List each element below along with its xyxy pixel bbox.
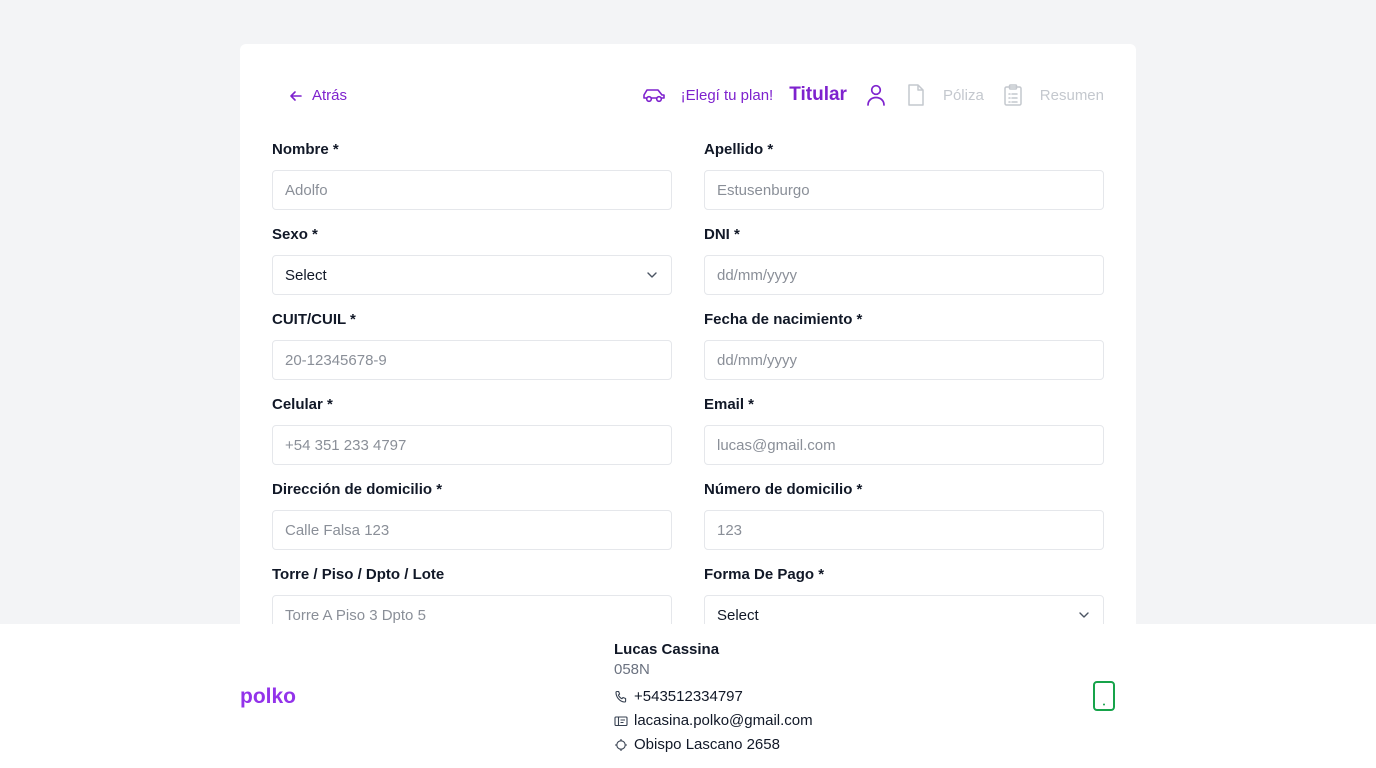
cuit-field: CUIT/CUIL *: [272, 311, 672, 380]
arrow-left-icon: [290, 90, 302, 101]
nombre-label: Nombre *: [272, 141, 339, 158]
nombre-field: Nombre *: [272, 141, 672, 210]
numero-input[interactable]: [717, 521, 1091, 539]
celular-label: Celular *: [272, 396, 333, 413]
torre-input[interactable]: [285, 606, 659, 624]
step-titular-label: Titular: [789, 84, 847, 105]
fecha-input[interactable]: [717, 351, 1091, 369]
apellido-field: Apellido *: [704, 141, 1104, 210]
sexo-select-value: Select: [285, 266, 327, 284]
agent-address: Obispo Lascano 2658: [634, 736, 780, 753]
sexo-field: Sexo * Select: [272, 226, 672, 295]
clipboard-icon: [1002, 83, 1024, 107]
nombre-input[interactable]: [285, 181, 659, 199]
pago-label: Forma De Pago *: [704, 566, 825, 583]
dni-label: DNI *: [704, 226, 740, 243]
phone-icon: [615, 690, 627, 703]
direccion-field: Dirección de domicilio *: [272, 481, 672, 550]
cuit-label: CUIT/CUIL *: [272, 311, 356, 328]
email-input[interactable]: [717, 436, 1091, 454]
fecha-field: Fecha de nacimiento *: [704, 311, 1104, 380]
progress-steps: ¡Elegí tu plan! Titular Póliza Resumen: [641, 83, 1104, 107]
car-icon: [641, 84, 667, 106]
apellido-input[interactable]: [717, 181, 1091, 199]
back-label: Atrás: [312, 87, 348, 104]
crosshair-icon: [615, 739, 627, 751]
agent-email-row: lacasina.polko@gmail.com: [614, 709, 813, 733]
numero-label: Número de domicilio *: [704, 481, 863, 498]
agent-code: 058N: [614, 661, 650, 678]
form-card: Atrás ¡Elegí tu plan! Titular Póliza Res…: [240, 44, 1136, 644]
polko-logo: polko: [240, 685, 296, 708]
document-icon: [905, 83, 927, 107]
torre-label: Torre / Piso / Dpto / Lote: [272, 566, 445, 583]
numero-field: Número de domicilio *: [704, 481, 1104, 550]
sexo-select[interactable]: Select: [272, 255, 672, 295]
agent-name: Lucas Cassina: [614, 641, 720, 658]
agent-contact: Lucas Cassina 058N +543512334797 lacasin…: [614, 641, 813, 757]
agent-phone-row: +543512334797: [614, 685, 813, 709]
apellido-label: Apellido *: [704, 141, 774, 158]
agent-email: lacasina.polko@gmail.com: [634, 712, 813, 729]
fecha-label: Fecha de nacimiento *: [704, 311, 863, 328]
dni-field: DNI *: [704, 226, 1104, 295]
agent-footer: polko Lucas Cassina 058N +543512334797 l…: [0, 624, 1376, 768]
email-field: Email *: [704, 396, 1104, 465]
mobile-phone-icon[interactable]: [1092, 680, 1116, 712]
dni-input[interactable]: [717, 266, 1091, 284]
user-icon: [865, 83, 887, 107]
sexo-label: Sexo *: [272, 226, 318, 243]
pago-select-value: Select: [717, 606, 759, 624]
chevron-down-icon: [647, 272, 657, 278]
titular-form: Nombre * Apellido * Sexo * Select DNI * …: [272, 141, 1104, 635]
chevron-down-icon: [1079, 612, 1089, 618]
direccion-input[interactable]: [285, 521, 659, 539]
agent-address-row: Obispo Lascano 2658: [614, 733, 813, 757]
celular-input[interactable]: [285, 436, 659, 454]
id-card-icon: [614, 716, 628, 727]
agent-phone: +543512334797: [634, 688, 743, 705]
direccion-label: Dirección de domicilio *: [272, 481, 443, 498]
step-poliza-label: Póliza: [942, 86, 984, 104]
cuit-input[interactable]: [285, 351, 659, 369]
celular-field: Celular *: [272, 396, 672, 465]
back-button[interactable]: Atrás: [288, 87, 347, 104]
email-label: Email *: [704, 396, 755, 413]
step-plan-label[interactable]: ¡Elegí tu plan!: [681, 87, 774, 104]
step-resumen-label: Resumen: [1039, 86, 1104, 104]
